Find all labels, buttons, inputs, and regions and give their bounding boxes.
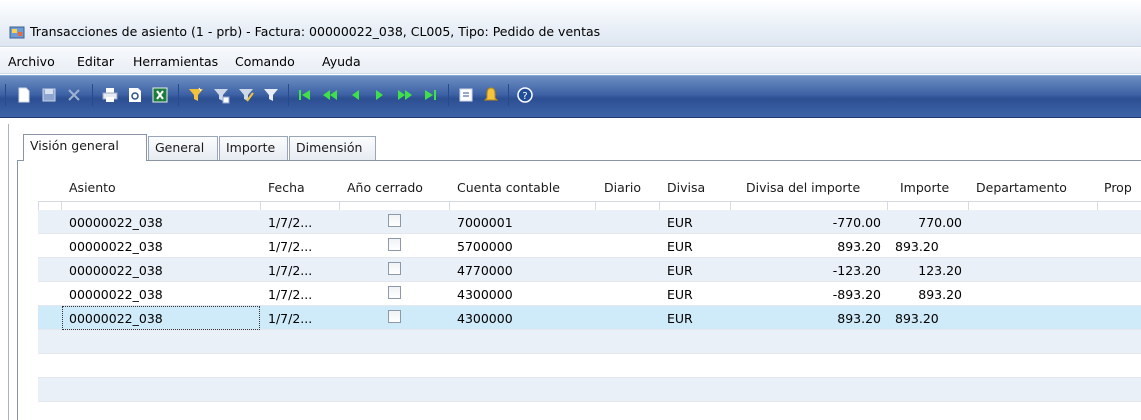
column-header-prop[interactable]: Prop <box>1104 180 1132 195</box>
menu-comando[interactable]: Comando <box>235 54 295 69</box>
table-row[interactable]: 00000022_038 1/7/2... 5700000 EUR 893.20… <box>38 234 1141 258</box>
advanced-filter-icon[interactable] <box>237 86 255 104</box>
tab-vision-general[interactable]: Visión general <box>23 134 147 161</box>
next-page-icon[interactable] <box>396 86 414 104</box>
previous-page-icon[interactable] <box>321 86 339 104</box>
cell-divisa: EUR <box>667 287 693 302</box>
column-header-divisa[interactable]: Divisa <box>667 180 705 195</box>
cell-divisa-importe: -893.20 <box>832 287 881 302</box>
cell-importe: 123.20 <box>918 263 962 278</box>
focus-rectangle <box>62 306 260 330</box>
tab-dimension[interactable]: Dimensión <box>289 136 376 160</box>
cell-importe: 893.20 <box>895 239 939 254</box>
cell-cuenta: 4770000 <box>457 263 513 278</box>
document-handling-icon[interactable] <box>457 86 475 104</box>
table-row-empty[interactable] <box>38 330 1141 354</box>
toolbar-separator <box>288 84 289 106</box>
tab-importe[interactable]: Importe <box>219 136 288 160</box>
cell-asiento: 00000022_038 <box>69 287 163 302</box>
first-record-icon[interactable] <box>296 86 314 104</box>
print-preview-icon[interactable] <box>126 86 144 104</box>
toolbar-separator <box>92 84 93 106</box>
toolbar-separator <box>5 84 6 106</box>
menu-herramientas[interactable]: Herramientas <box>133 54 218 69</box>
toolbar-separator <box>448 84 449 106</box>
column-header-divisa-importe[interactable]: Divisa del importe <box>746 180 860 195</box>
table-row-empty[interactable] <box>38 354 1141 378</box>
cell-importe: 770.00 <box>918 215 962 230</box>
svg-text:?: ? <box>522 91 527 102</box>
new-icon[interactable] <box>15 86 33 104</box>
cell-cuenta: 4300000 <box>457 287 513 302</box>
toolbar-separator <box>508 84 509 106</box>
menu-editar[interactable]: Editar <box>77 54 114 69</box>
cell-divisa: EUR <box>667 311 693 326</box>
window: Transacciones de asiento (1 - prb) - Fac… <box>0 0 1141 420</box>
table-row-empty[interactable] <box>38 378 1141 402</box>
column-header-fecha[interactable]: Fecha <box>268 180 305 195</box>
next-record-icon[interactable] <box>371 86 389 104</box>
checkbox-ano-cerrado[interactable] <box>388 238 401 251</box>
menu-archivo[interactable]: Archivo <box>8 54 55 69</box>
toolbar-separator <box>178 84 179 106</box>
cell-divisa: EUR <box>667 263 693 278</box>
column-header-cuenta-contable[interactable]: Cuenta contable <box>457 180 560 195</box>
cell-cuenta: 7000001 <box>457 215 513 230</box>
checkbox-ano-cerrado[interactable] <box>388 286 401 299</box>
print-icon[interactable] <box>101 86 119 104</box>
filter-by-grid-icon[interactable] <box>212 86 230 104</box>
cell-divisa-importe: 893.20 <box>837 239 881 254</box>
clear-filter-icon[interactable] <box>262 86 280 104</box>
column-header-asiento[interactable]: Asiento <box>69 180 116 195</box>
cell-cuenta: 4300000 <box>457 311 513 326</box>
table-row[interactable]: 00000022_038 1/7/2... 4300000 EUR -893.2… <box>38 282 1141 306</box>
previous-record-icon[interactable] <box>346 86 364 104</box>
cell-cuenta: 5700000 <box>457 239 513 254</box>
window-title: Transacciones de asiento (1 - prb) - Fac… <box>30 24 601 39</box>
filter-by-selection-icon[interactable] <box>187 86 205 104</box>
export-excel-icon[interactable] <box>151 86 169 104</box>
checkbox-ano-cerrado[interactable] <box>388 262 401 275</box>
cell-asiento: 00000022_038 <box>69 239 163 254</box>
cell-asiento: 00000022_038 <box>69 263 163 278</box>
cell-importe: 893.20 <box>918 287 962 302</box>
checkbox-ano-cerrado[interactable] <box>388 310 401 323</box>
cell-divisa-importe: 893.20 <box>837 311 881 326</box>
transactions-grid: Asiento Fecha Año cerrado Cuenta contabl… <box>38 172 1141 420</box>
menu-ayuda[interactable]: Ayuda <box>322 54 361 69</box>
delete-icon[interactable] <box>65 86 83 104</box>
cell-divisa-importe: -770.00 <box>832 215 881 230</box>
cell-fecha: 1/7/2... <box>268 239 313 254</box>
column-header-diario[interactable]: Diario <box>604 180 641 195</box>
checkbox-ano-cerrado[interactable] <box>388 214 401 227</box>
cell-asiento: 00000022_038 <box>69 215 163 230</box>
cell-divisa: EUR <box>667 215 693 230</box>
cell-divisa-importe: -123.20 <box>832 263 881 278</box>
grid-header: Asiento Fecha Año cerrado Cuenta contabl… <box>38 172 1141 202</box>
cell-fecha: 1/7/2... <box>268 311 313 326</box>
last-record-icon[interactable] <box>421 86 439 104</box>
column-header-departamento[interactable]: Departamento <box>976 180 1067 195</box>
cell-fecha: 1/7/2... <box>268 263 313 278</box>
title-bar: Transacciones de asiento (1 - prb) - Fac… <box>0 0 1141 47</box>
cell-divisa: EUR <box>667 239 693 254</box>
table-row[interactable]: 00000022_038 1/7/2... 4770000 EUR -123.2… <box>38 258 1141 282</box>
tab-general[interactable]: General <box>148 136 218 160</box>
column-header-importe[interactable]: Importe <box>900 180 949 195</box>
column-header-ano-cerrado[interactable]: Año cerrado <box>347 180 423 195</box>
table-row-empty[interactable] <box>38 402 1141 420</box>
cell-importe: 893.20 <box>895 311 939 326</box>
save-icon[interactable] <box>40 86 58 104</box>
toolbar: ? <box>0 75 1141 118</box>
menu-bar: Archivo Editar Herramientas Comando Ayud… <box>0 48 1141 74</box>
table-row[interactable]: 00000022_038 1/7/2... 7000001 EUR -770.0… <box>38 210 1141 234</box>
cell-fecha: 1/7/2... <box>268 215 313 230</box>
alert-icon[interactable] <box>482 86 500 104</box>
cell-fecha: 1/7/2... <box>268 287 313 302</box>
help-icon[interactable]: ? <box>516 86 534 104</box>
app-icon <box>9 24 25 40</box>
